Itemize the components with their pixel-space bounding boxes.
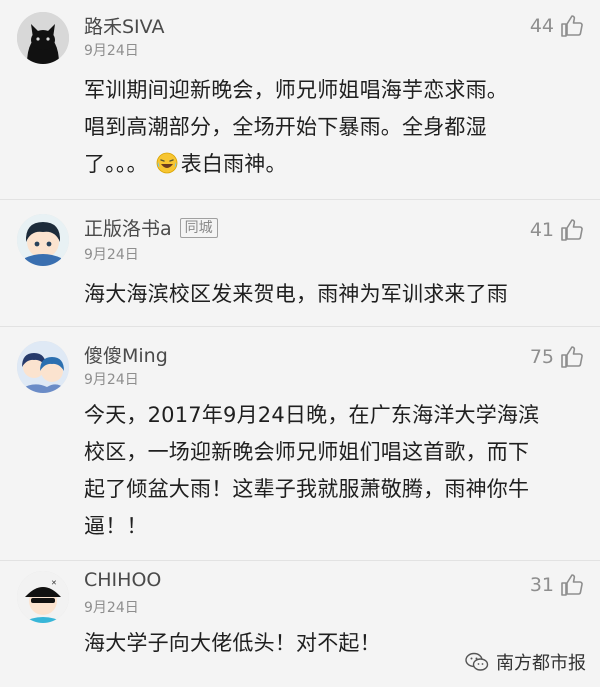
thumbs-up-icon	[560, 345, 584, 369]
avatar[interactable]	[17, 12, 69, 64]
comment-line: 起了倾盆大雨！这辈子我就服萧敬腾，雨神你牛	[84, 477, 530, 501]
comment-line: 了。。。	[84, 152, 148, 176]
comment-date: 9月24日	[84, 600, 139, 616]
comment-line: 海大海滨校区发来贺电，雨神为军训求来了雨	[84, 282, 508, 306]
comment-header: 路禾SIVA	[84, 12, 164, 39]
svg-text:✕: ✕	[51, 579, 57, 587]
comment-item: ✕ CHIHOO 9月24日 31 海大学子向大佬低头！对不起！ 南方都市报	[0, 561, 600, 687]
comment-header: CHIHOO	[84, 569, 161, 591]
comment-item: 傻傻Ming 9月24日 75 今天，2017年9月24日晚，在广东海洋大学海滨…	[0, 327, 600, 561]
thumbs-up-icon	[560, 14, 584, 38]
comment-date: 9月24日	[84, 247, 139, 263]
avatar[interactable]	[17, 341, 69, 393]
like-count: 44	[529, 15, 554, 37]
like-button[interactable]: 44	[530, 14, 584, 38]
wechat-icon	[464, 649, 490, 675]
avatar[interactable]: ✕	[17, 571, 69, 623]
comment-line-tail: 表白雨神。	[180, 152, 287, 176]
username[interactable]: 路禾SIVA	[84, 12, 164, 39]
like-button[interactable]: 31	[530, 573, 584, 597]
comment-date: 9月24日	[84, 372, 139, 388]
username[interactable]: 傻傻Ming	[84, 341, 168, 368]
anime-duo-avatar	[17, 341, 69, 393]
like-count: 31	[529, 574, 554, 596]
comment-header: 正版洛书a 同城	[84, 214, 218, 241]
username[interactable]: CHIHOO	[84, 569, 161, 591]
anime-boy-avatar	[17, 214, 69, 266]
location-tag: 同城	[179, 217, 218, 238]
laughing-tears-emoji	[155, 150, 179, 174]
like-count: 75	[529, 346, 554, 368]
comment-line: 唱到高潮部分，全场开始下暴雨。全身都湿	[84, 115, 487, 139]
cartoon-cap-avatar: ✕	[17, 571, 69, 623]
watermark: 南方都市报	[464, 649, 586, 675]
avatar[interactable]	[17, 214, 69, 266]
comment-text: 军训期间迎新晚会，师兄师姐唱海芋恋求雨。 唱到高潮部分，全场开始下暴雨。全身都湿…	[84, 72, 576, 183]
thumbs-up-icon	[560, 218, 584, 242]
comment-line: 校区，一场迎新晚会师兄师姐们唱这首歌，而下	[84, 440, 530, 464]
comment-line-last: 了。。。 表白雨神。	[84, 146, 576, 183]
comment-header: 傻傻Ming	[84, 341, 168, 368]
like-button[interactable]: 75	[530, 345, 584, 369]
comment-line: 军训期间迎新晚会，师兄师姐唱海芋恋求雨。	[84, 78, 508, 102]
comment-text: 海大海滨校区发来贺电，雨神为军训求来了雨	[84, 276, 576, 313]
comment-line: 今天，2017年9月24日晚，在广东海洋大学海滨	[84, 403, 540, 427]
watermark-text: 南方都市报	[496, 653, 586, 674]
comment-text: 今天，2017年9月24日晚，在广东海洋大学海滨 校区，一场迎新晚会师兄师姐们唱…	[84, 397, 576, 545]
comment-line: 逼！！	[84, 514, 148, 538]
comment-date: 9月24日	[84, 43, 139, 59]
comment-item: 路禾SIVA 9月24日 44 军训期间迎新晚会，师兄师姐唱海芋恋求雨。 唱到高…	[0, 0, 600, 200]
black-cat-avatar	[17, 12, 69, 64]
thumbs-up-icon	[560, 573, 584, 597]
like-count: 41	[529, 219, 554, 241]
comment-item: 正版洛书a 同城 9月24日 41 海大海滨校区发来贺电，雨神为军训求来了雨	[0, 200, 600, 327]
username[interactable]: 正版洛书a	[84, 214, 172, 241]
like-button[interactable]: 41	[530, 218, 584, 242]
